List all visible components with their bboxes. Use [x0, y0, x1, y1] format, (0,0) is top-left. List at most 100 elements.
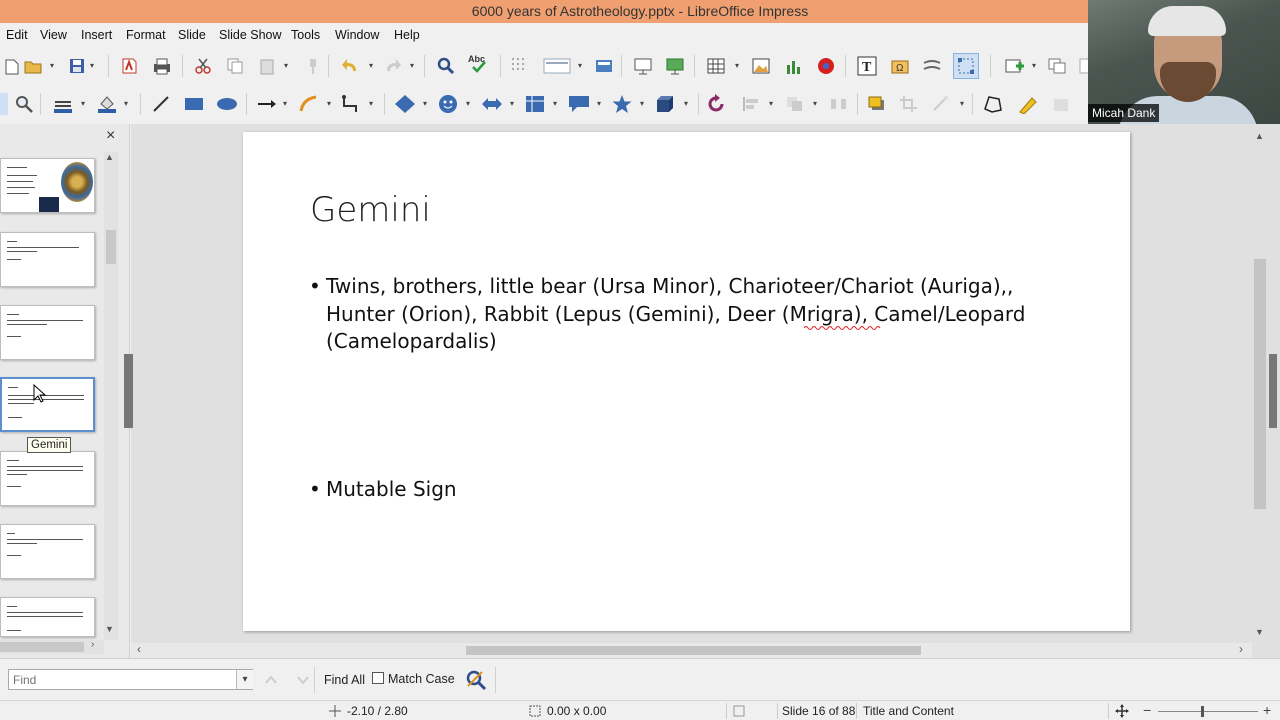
chevron-down-icon[interactable]: ▾ — [284, 61, 292, 70]
chevron-down-icon[interactable]: ▾ — [578, 61, 586, 70]
chevron-down-icon[interactable]: ▾ — [327, 99, 335, 108]
menu-view[interactable]: View — [40, 28, 67, 42]
chevron-down-icon[interactable]: ▾ — [960, 99, 968, 108]
slide-thumbnail[interactable] — [0, 524, 95, 579]
scroll-down-icon[interactable]: ▼ — [1255, 627, 1264, 637]
panel-scrollbar-thumb[interactable] — [106, 230, 116, 264]
scroll-right-icon[interactable]: › — [1239, 642, 1243, 656]
copy-icon[interactable] — [224, 55, 246, 77]
scroll-up-icon[interactable]: ▲ — [1255, 131, 1264, 141]
flowchart-icon[interactable] — [524, 93, 546, 115]
chevron-down-icon[interactable]: ▾ — [769, 99, 777, 108]
slide-title[interactable]: Gemini — [310, 190, 431, 230]
3d-objects-icon[interactable] — [654, 93, 676, 115]
chevron-down-icon[interactable]: ▾ — [1032, 61, 1040, 70]
rotate-icon[interactable] — [706, 93, 728, 115]
zoom-in-icon[interactable]: + — [1263, 702, 1271, 718]
distribute-icon[interactable] — [828, 93, 850, 115]
slide-thumbnail[interactable] — [0, 451, 95, 506]
print-icon[interactable] — [151, 55, 173, 77]
chevron-down-icon[interactable]: ▾ — [50, 61, 58, 70]
points-icon[interactable] — [982, 93, 1004, 115]
export-pdf-icon[interactable] — [118, 55, 140, 77]
open-icon[interactable] — [22, 55, 44, 77]
chevron-down-icon[interactable]: ▾ — [369, 61, 377, 70]
chevron-down-icon[interactable]: ▾ — [553, 99, 561, 108]
slide-thumbnail[interactable] — [0, 305, 95, 360]
chevron-down-icon[interactable]: ▾ — [640, 99, 648, 108]
fontwork-icon[interactable] — [921, 55, 943, 77]
fill-color-icon[interactable] — [96, 93, 118, 115]
vertical-scrollbar[interactable]: ▲ ▼ — [1252, 131, 1268, 643]
scroll-up-icon[interactable]: ▲ — [105, 152, 114, 162]
select-icon[interactable] — [0, 93, 8, 115]
zoom-out-icon[interactable]: − — [1143, 702, 1151, 718]
vertical-scrollbar-thumb[interactable] — [1254, 259, 1266, 509]
menu-edit[interactable]: Edit — [6, 28, 28, 42]
callout-shapes-icon[interactable] — [567, 93, 589, 115]
scroll-left-icon[interactable]: ‹ — [137, 642, 141, 656]
chevron-down-icon[interactable]: ▾ — [283, 99, 291, 108]
chevron-down-icon[interactable]: ▾ — [423, 99, 431, 108]
redo-icon[interactable] — [382, 55, 404, 77]
panel-splitter-handle[interactable] — [127, 354, 133, 428]
master-slide-icon[interactable] — [593, 55, 615, 77]
document-modified-icon[interactable] — [732, 704, 746, 718]
chevron-down-icon[interactable]: ▾ — [410, 61, 418, 70]
chevron-down-icon[interactable]: ▾ — [597, 99, 605, 108]
text-box-icon[interactable]: T — [856, 55, 878, 77]
scroll-right-icon[interactable]: › — [91, 639, 94, 650]
menu-format[interactable]: Format — [126, 28, 166, 42]
crop-icon[interactable] — [898, 93, 920, 115]
start-slideshow-icon[interactable] — [632, 55, 654, 77]
save-icon[interactable] — [66, 55, 88, 77]
horizontal-scrollbar-thumb[interactable] — [466, 646, 921, 655]
stars-icon[interactable] — [611, 93, 633, 115]
clone-formatting-icon[interactable] — [302, 55, 324, 77]
slide-thumbnail[interactable] — [0, 597, 95, 637]
chevron-down-icon[interactable]: ▾ — [813, 99, 821, 108]
curve-icon[interactable] — [298, 93, 320, 115]
find-next-icon[interactable] — [295, 672, 311, 688]
find-replace-icon[interactable] — [435, 55, 457, 77]
match-case-label[interactable]: Match Case — [388, 672, 455, 686]
zoom-slider-thumb[interactable] — [1201, 706, 1204, 717]
undo-icon[interactable] — [339, 55, 361, 77]
ellipse-icon[interactable] — [216, 93, 238, 115]
menu-window[interactable]: Window — [335, 28, 379, 42]
close-panel-icon[interactable]: × — [106, 127, 115, 145]
block-arrows-icon[interactable] — [480, 93, 502, 115]
media-icon[interactable] — [815, 55, 837, 77]
find-previous-icon[interactable] — [263, 672, 279, 688]
slide-thumbnail-selected[interactable] — [0, 377, 95, 432]
menu-slide-show[interactable]: Slide Show — [219, 28, 282, 42]
shadow-icon[interactable] — [866, 93, 888, 115]
panel-hscrollbar-thumb[interactable] — [0, 642, 84, 652]
cut-icon[interactable] — [192, 55, 214, 77]
menu-tools[interactable]: Tools — [291, 28, 320, 42]
menu-help[interactable]: Help — [394, 28, 420, 42]
fit-slide-icon[interactable] — [1115, 704, 1129, 718]
line-color-icon[interactable] — [52, 93, 74, 115]
duplicate-slide-icon[interactable] — [1046, 55, 1068, 77]
scroll-down-icon[interactable]: ▼ — [105, 624, 114, 634]
toggle-extrusion-icon[interactable] — [1050, 93, 1072, 115]
image-icon[interactable] — [750, 55, 772, 77]
slide-canvas[interactable]: Gemini • Twins, brothers, little bear (U… — [243, 132, 1130, 631]
chevron-down-icon[interactable]: ▾ — [369, 99, 377, 108]
rectangle-icon[interactable] — [183, 93, 205, 115]
chevron-down-icon[interactable]: ▾ — [510, 99, 518, 108]
start-current-slide-icon[interactable] — [664, 55, 686, 77]
horizontal-scrollbar[interactable]: ‹ › — [131, 642, 1252, 658]
find-history-dropdown-icon[interactable]: ▾ — [236, 670, 253, 689]
new-icon[interactable] — [0, 55, 22, 77]
menu-slide[interactable]: Slide — [178, 28, 206, 42]
find-input[interactable] — [8, 669, 253, 690]
slide-thumbnail[interactable] — [0, 158, 95, 213]
glue-points-icon[interactable] — [1016, 93, 1038, 115]
basic-shapes-icon[interactable] — [394, 93, 416, 115]
slide-thumbnail[interactable] — [0, 232, 95, 287]
zoom-slider-track[interactable] — [1158, 711, 1258, 712]
find-replace-dialog-icon[interactable] — [464, 668, 488, 692]
chevron-down-icon[interactable]: ▾ — [735, 61, 743, 70]
